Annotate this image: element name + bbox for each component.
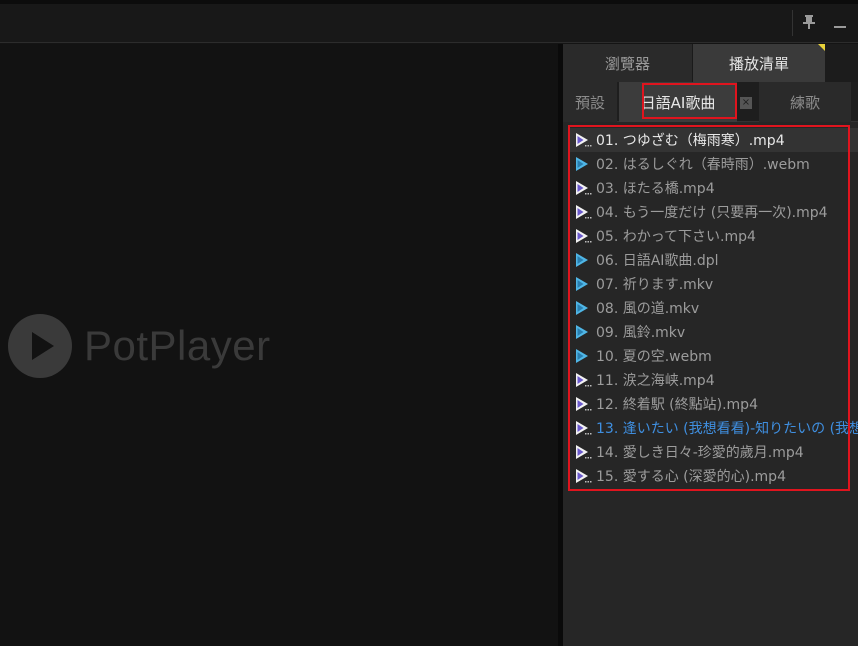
close-tab-icon[interactable]: ×	[740, 97, 752, 109]
playlist-item[interactable]: 05. わかって下さい.mp4	[569, 224, 858, 248]
playlist-item[interactable]: 04. もう一度だけ (只要再一次).mp4	[569, 200, 858, 224]
playlist-item-label: 11. 涙之海峡.mp4	[596, 373, 715, 389]
logo-text: PotPlayer	[84, 322, 271, 369]
playlist-list[interactable]: 01. つゆざむ（梅雨寒）.mp4 02. はるしぐれ（春時雨）.webm 03. …	[563, 127, 858, 646]
playlist-item[interactable]: 01. つゆざむ（梅雨寒）.mp4	[569, 128, 858, 152]
audio-file-icon	[576, 301, 588, 315]
playlist-item[interactable]: 10. 夏の空.webm	[569, 344, 858, 368]
video-file-icon	[576, 397, 592, 411]
playlist-item[interactable]: 15. 愛する心 (深愛的心).mp4	[569, 464, 858, 488]
tab-playlist[interactable]: 播放清單	[693, 44, 825, 82]
main-tab-bar: 瀏覽器 播放清單	[563, 44, 858, 82]
playlist-item[interactable]: 02. はるしぐれ（春時雨）.webm	[569, 152, 858, 176]
playlist-item[interactable]: 11. 涙之海峡.mp4	[569, 368, 858, 392]
playlist-item[interactable]: 07. 祈ります.mkv	[569, 272, 858, 296]
playlist-item[interactable]: 14. 愛しき日々-珍愛的歲月.mp4	[569, 440, 858, 464]
video-file-icon	[576, 445, 592, 459]
playlist-item[interactable]: 03. ほたる橋.mp4	[569, 176, 858, 200]
audio-file-icon	[576, 157, 588, 171]
audio-file-icon	[576, 349, 588, 363]
minimize-icon[interactable]	[830, 12, 850, 32]
playlist-tab-bar: 預設 日語AI歌曲 × 練歌	[563, 82, 858, 122]
tab-browser[interactable]: 瀏覽器	[563, 44, 693, 82]
playlist-item-label: 09. 風鈴.mkv	[596, 325, 686, 341]
playlist-item-label: 02. はるしぐれ（春時雨）.webm	[596, 157, 810, 173]
video-file-icon	[576, 373, 592, 387]
playlist-item-label: 01. つゆざむ（梅雨寒）.mp4	[596, 133, 785, 149]
tab-corner-marker	[818, 44, 825, 51]
playlist-item-label: 04. もう一度だけ (只要再一次).mp4	[596, 205, 828, 221]
video-file-icon	[576, 421, 592, 435]
playlist-tab-default[interactable]: 預設	[563, 82, 617, 122]
playlist-item-label: 14. 愛しき日々-珍愛的歲月.mp4	[596, 445, 804, 461]
playlist-item[interactable]: 06. 日語AI歌曲.dpl	[569, 248, 858, 272]
playlist-tab-practice[interactable]: 練歌	[759, 82, 851, 122]
playlist-item-label: 08. 風の道.mkv	[596, 301, 700, 317]
playlist-tab-japanese-ai-songs[interactable]: 日語AI歌曲	[619, 82, 737, 122]
video-file-icon	[576, 229, 592, 243]
playlist-item[interactable]: 13. 逢いたい (我想看看)-知りたいの (我想知道).mp4	[569, 416, 858, 440]
playlist-item-label: 15. 愛する心 (深愛的心).mp4	[596, 469, 786, 485]
playlist-panel: 瀏覽器 播放清單 預設 日語AI歌曲 × 練歌 01. つゆざむ（梅雨寒）.mp…	[563, 44, 858, 646]
tab-playlist-label: 播放清單	[728, 54, 789, 73]
playlist-item-label: 12. 終着駅 (終點站).mp4	[596, 397, 758, 413]
playlist-item-label: 10. 夏の空.webm	[596, 349, 712, 365]
video-file-icon	[576, 181, 592, 195]
video-file-icon	[576, 133, 592, 147]
playlist-item[interactable]: 09. 風鈴.mkv	[569, 320, 858, 344]
playlist-tab-japanese-ai-songs-label: 日語AI歌曲	[640, 93, 716, 112]
playlist-tab-practice-label: 練歌	[789, 93, 820, 112]
video-file-icon	[576, 205, 592, 219]
title-bar-separator	[792, 10, 793, 36]
audio-file-icon	[576, 253, 588, 267]
title-bar	[0, 0, 858, 43]
playlist-item-label: 03. ほたる橋.mp4	[596, 181, 715, 197]
playlist-item-label: 05. わかって下さい.mp4	[596, 229, 756, 245]
audio-file-icon	[576, 325, 588, 339]
potplayer-logo: PotPlayer	[8, 314, 271, 378]
play-circle-icon	[8, 314, 72, 378]
video-file-icon	[576, 469, 592, 483]
pin-icon[interactable]	[799, 12, 819, 32]
top-edge	[0, 0, 858, 4]
tab-browser-label: 瀏覽器	[604, 54, 650, 73]
playlist-item-label: 07. 祈ります.mkv	[596, 277, 714, 293]
playlist-item[interactable]: 12. 終着駅 (終點站).mp4	[569, 392, 858, 416]
audio-file-icon	[576, 277, 588, 291]
playlist-tab-default-label: 預設	[574, 93, 605, 112]
playlist-item-label: 13. 逢いたい (我想看看)-知りたいの (我想知道).mp4	[596, 421, 858, 437]
playlist-item[interactable]: 08. 風の道.mkv	[569, 296, 858, 320]
playlist-item-label: 06. 日語AI歌曲.dpl	[596, 253, 719, 269]
